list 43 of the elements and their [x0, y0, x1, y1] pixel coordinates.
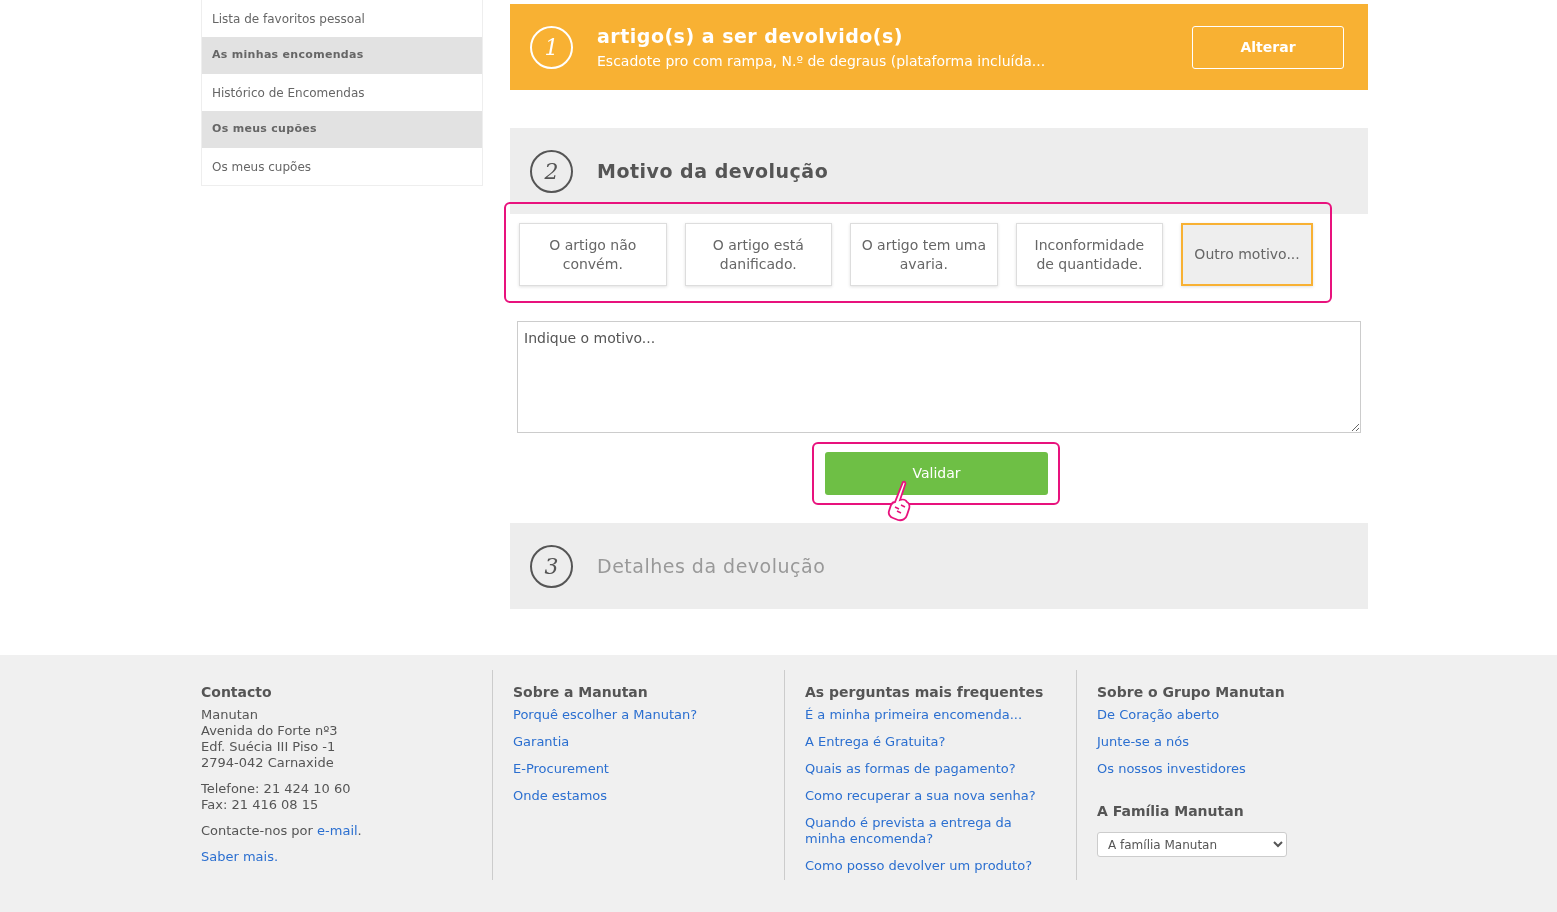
footer-heading: As perguntas mais frequentes [805, 683, 1045, 702]
validate-button[interactable]: Validar [825, 452, 1048, 495]
contact-sentence: Contacte-nos por e-mail. [201, 823, 363, 839]
footer-link[interactable]: E-Procurement [513, 761, 764, 777]
more-link[interactable]: Saber mais. [201, 849, 472, 865]
footer-link[interactable]: Como posso devolver um produto? [805, 858, 1056, 874]
step-number: 1 [530, 25, 573, 69]
footer-heading: Contacto [201, 683, 273, 702]
reason-option[interactable]: Inconformidade de quantidade. [1015, 223, 1164, 286]
footer-heading: Sobre a Manutan [513, 683, 649, 702]
footer-link[interactable]: Como recuperar a sua nova senha? [805, 788, 1056, 804]
step-number: 3 [530, 544, 573, 588]
footer-link[interactable]: De Coração aberto [1097, 707, 1349, 723]
reason-option[interactable]: Outro motivo... [1181, 223, 1313, 286]
email-link[interactable]: e-mail [317, 823, 358, 838]
step-title: Motivo da devolução [597, 158, 829, 184]
footer-link[interactable]: Garantia [513, 734, 764, 750]
footer-link[interactable]: Os nossos investidores [1097, 761, 1349, 777]
footer-link[interactable]: É a minha primeira encomenda... [805, 707, 1056, 723]
address-text: Manutan Avenida do Forte nº3 Edf. Suécia III Piso -1 2794-042 Carnaxide [201, 707, 339, 771]
sidebar-heading: As minhas encomendas [202, 37, 482, 74]
reason-option[interactable]: O artigo não convém. [519, 223, 667, 286]
footer-heading: Sobre o Grupo Manutan [1097, 683, 1286, 702]
footer-link[interactable]: Onde estamos [513, 788, 764, 804]
reason-field[interactable]: Indique o motivo... [517, 321, 1361, 433]
sidebar-item[interactable]: Histórico de Encomendas [202, 74, 482, 111]
footer-link[interactable]: Quais as formas de pagamento? [805, 761, 1056, 777]
family-select[interactable]: A família Manutan [1097, 832, 1287, 857]
footer-link[interactable]: Junte-se a nós [1097, 734, 1349, 750]
phone-text: Telefone: 21 424 10 60 Fax: 21 416 08 15 [201, 781, 352, 813]
step-number: 2 [530, 149, 573, 193]
step-title: Detalhes da devolução [597, 553, 826, 579]
step-title: artigo(s) a ser devolvido(s) [597, 24, 904, 50]
footer-heading: A Família Manutan [1097, 802, 1245, 821]
footer-link[interactable]: A Entrega é Gratuita? [805, 734, 1056, 750]
sidebar-item[interactable]: Os meus cupões [202, 148, 482, 185]
sidebar-item[interactable]: Lista de favoritos pessoal [202, 0, 482, 37]
step-subtitle: Escadote pro com rampa, N.º de degraus (plataforma incluída... [597, 51, 1046, 71]
reason-option[interactable]: O artigo está danificado. [684, 223, 833, 286]
sidebar-heading: Os meus cupões [202, 111, 482, 148]
reason-option[interactable]: O artigo tem uma avaria. [850, 223, 998, 286]
footer-link[interactable]: Quando é prevista a entrega da minha encomenda? [805, 815, 1056, 847]
footer-link[interactable]: Porquê escolher a Manutan? [513, 707, 764, 723]
